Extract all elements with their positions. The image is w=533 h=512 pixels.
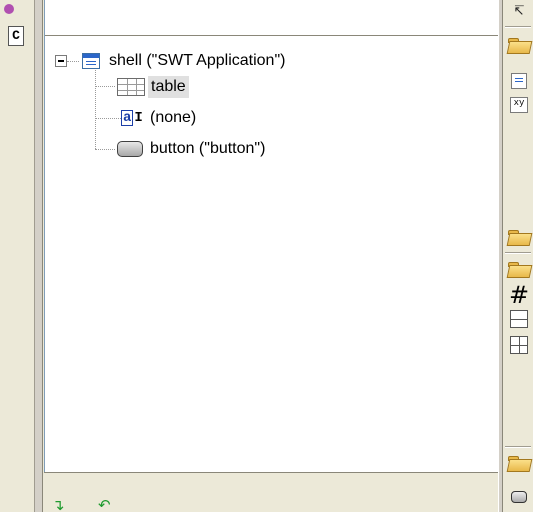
folder-icon bbox=[508, 37, 530, 53]
palette-item-cursor[interactable]: ↸ bbox=[507, 0, 531, 22]
palette-item-grid-layout[interactable]: # bbox=[507, 281, 531, 309]
palette-separator bbox=[505, 252, 531, 254]
palette-folder-layouts[interactable] bbox=[507, 226, 531, 248]
palette-separator bbox=[505, 446, 531, 448]
tree-connector bbox=[67, 61, 79, 62]
collapse-toggle-icon[interactable] bbox=[55, 55, 67, 67]
palette-folder-grid[interactable] bbox=[507, 258, 531, 280]
class-c-icon[interactable]: C bbox=[8, 26, 24, 46]
form-layout-icon bbox=[510, 336, 528, 354]
palette-separator bbox=[505, 26, 531, 28]
tree-node-table[interactable]: table bbox=[117, 76, 189, 98]
tree-panel-footer: ↴ ↶ bbox=[44, 472, 498, 512]
button-widget-icon bbox=[511, 491, 527, 503]
components-tree-panel: shell ("SWT Application") table aI (none… bbox=[44, 0, 499, 472]
breakpoint-dot-icon bbox=[4, 4, 14, 14]
cursor-icon: ↸ bbox=[513, 3, 525, 19]
folder-icon bbox=[508, 229, 530, 245]
tree-node-label: table bbox=[148, 76, 189, 98]
palette-folder-controls[interactable] bbox=[507, 452, 531, 474]
tree-node-label: shell ("SWT Application") bbox=[109, 52, 286, 69]
palette-item-form-layout[interactable] bbox=[507, 334, 531, 356]
widget-palette: ↸ xy # bbox=[503, 0, 533, 512]
palette-item-text[interactable] bbox=[507, 70, 531, 92]
left-splitter[interactable] bbox=[34, 0, 43, 512]
tree-node-button[interactable]: button ("button") bbox=[117, 138, 268, 160]
fill-layout-icon bbox=[510, 310, 528, 328]
left-toolbar-strip: C bbox=[0, 0, 34, 512]
tree-connector bbox=[95, 118, 121, 119]
tree-node-label: (none) bbox=[150, 109, 197, 126]
tree-node-label: button ("button") bbox=[150, 140, 266, 157]
grid-layout-icon: # bbox=[508, 281, 530, 309]
text-widget-icon bbox=[511, 73, 527, 89]
tree-node-shell[interactable]: shell ("SWT Application") bbox=[82, 50, 288, 72]
palette-item-fill-layout[interactable] bbox=[507, 308, 531, 330]
folder-icon bbox=[508, 261, 530, 277]
palette-folder-composites[interactable] bbox=[507, 34, 531, 56]
palette-item-button[interactable] bbox=[507, 486, 531, 508]
label-icon: aI bbox=[121, 110, 143, 126]
move-up-icon[interactable]: ↶ bbox=[98, 497, 116, 512]
tree-panel-header bbox=[45, 0, 499, 36]
tree-guide-line bbox=[95, 70, 96, 149]
palette-item-xy[interactable]: xy bbox=[507, 94, 531, 116]
tree-node-label-none[interactable]: aI (none) bbox=[121, 107, 199, 129]
button-icon bbox=[117, 141, 143, 157]
xy-layout-icon: xy bbox=[510, 97, 528, 113]
tree-connector bbox=[95, 86, 115, 87]
folder-icon bbox=[508, 455, 530, 471]
expand-down-icon[interactable]: ↴ bbox=[52, 497, 70, 512]
tree-connector bbox=[95, 149, 115, 150]
shell-window-icon bbox=[82, 53, 100, 69]
table-icon bbox=[117, 78, 145, 96]
